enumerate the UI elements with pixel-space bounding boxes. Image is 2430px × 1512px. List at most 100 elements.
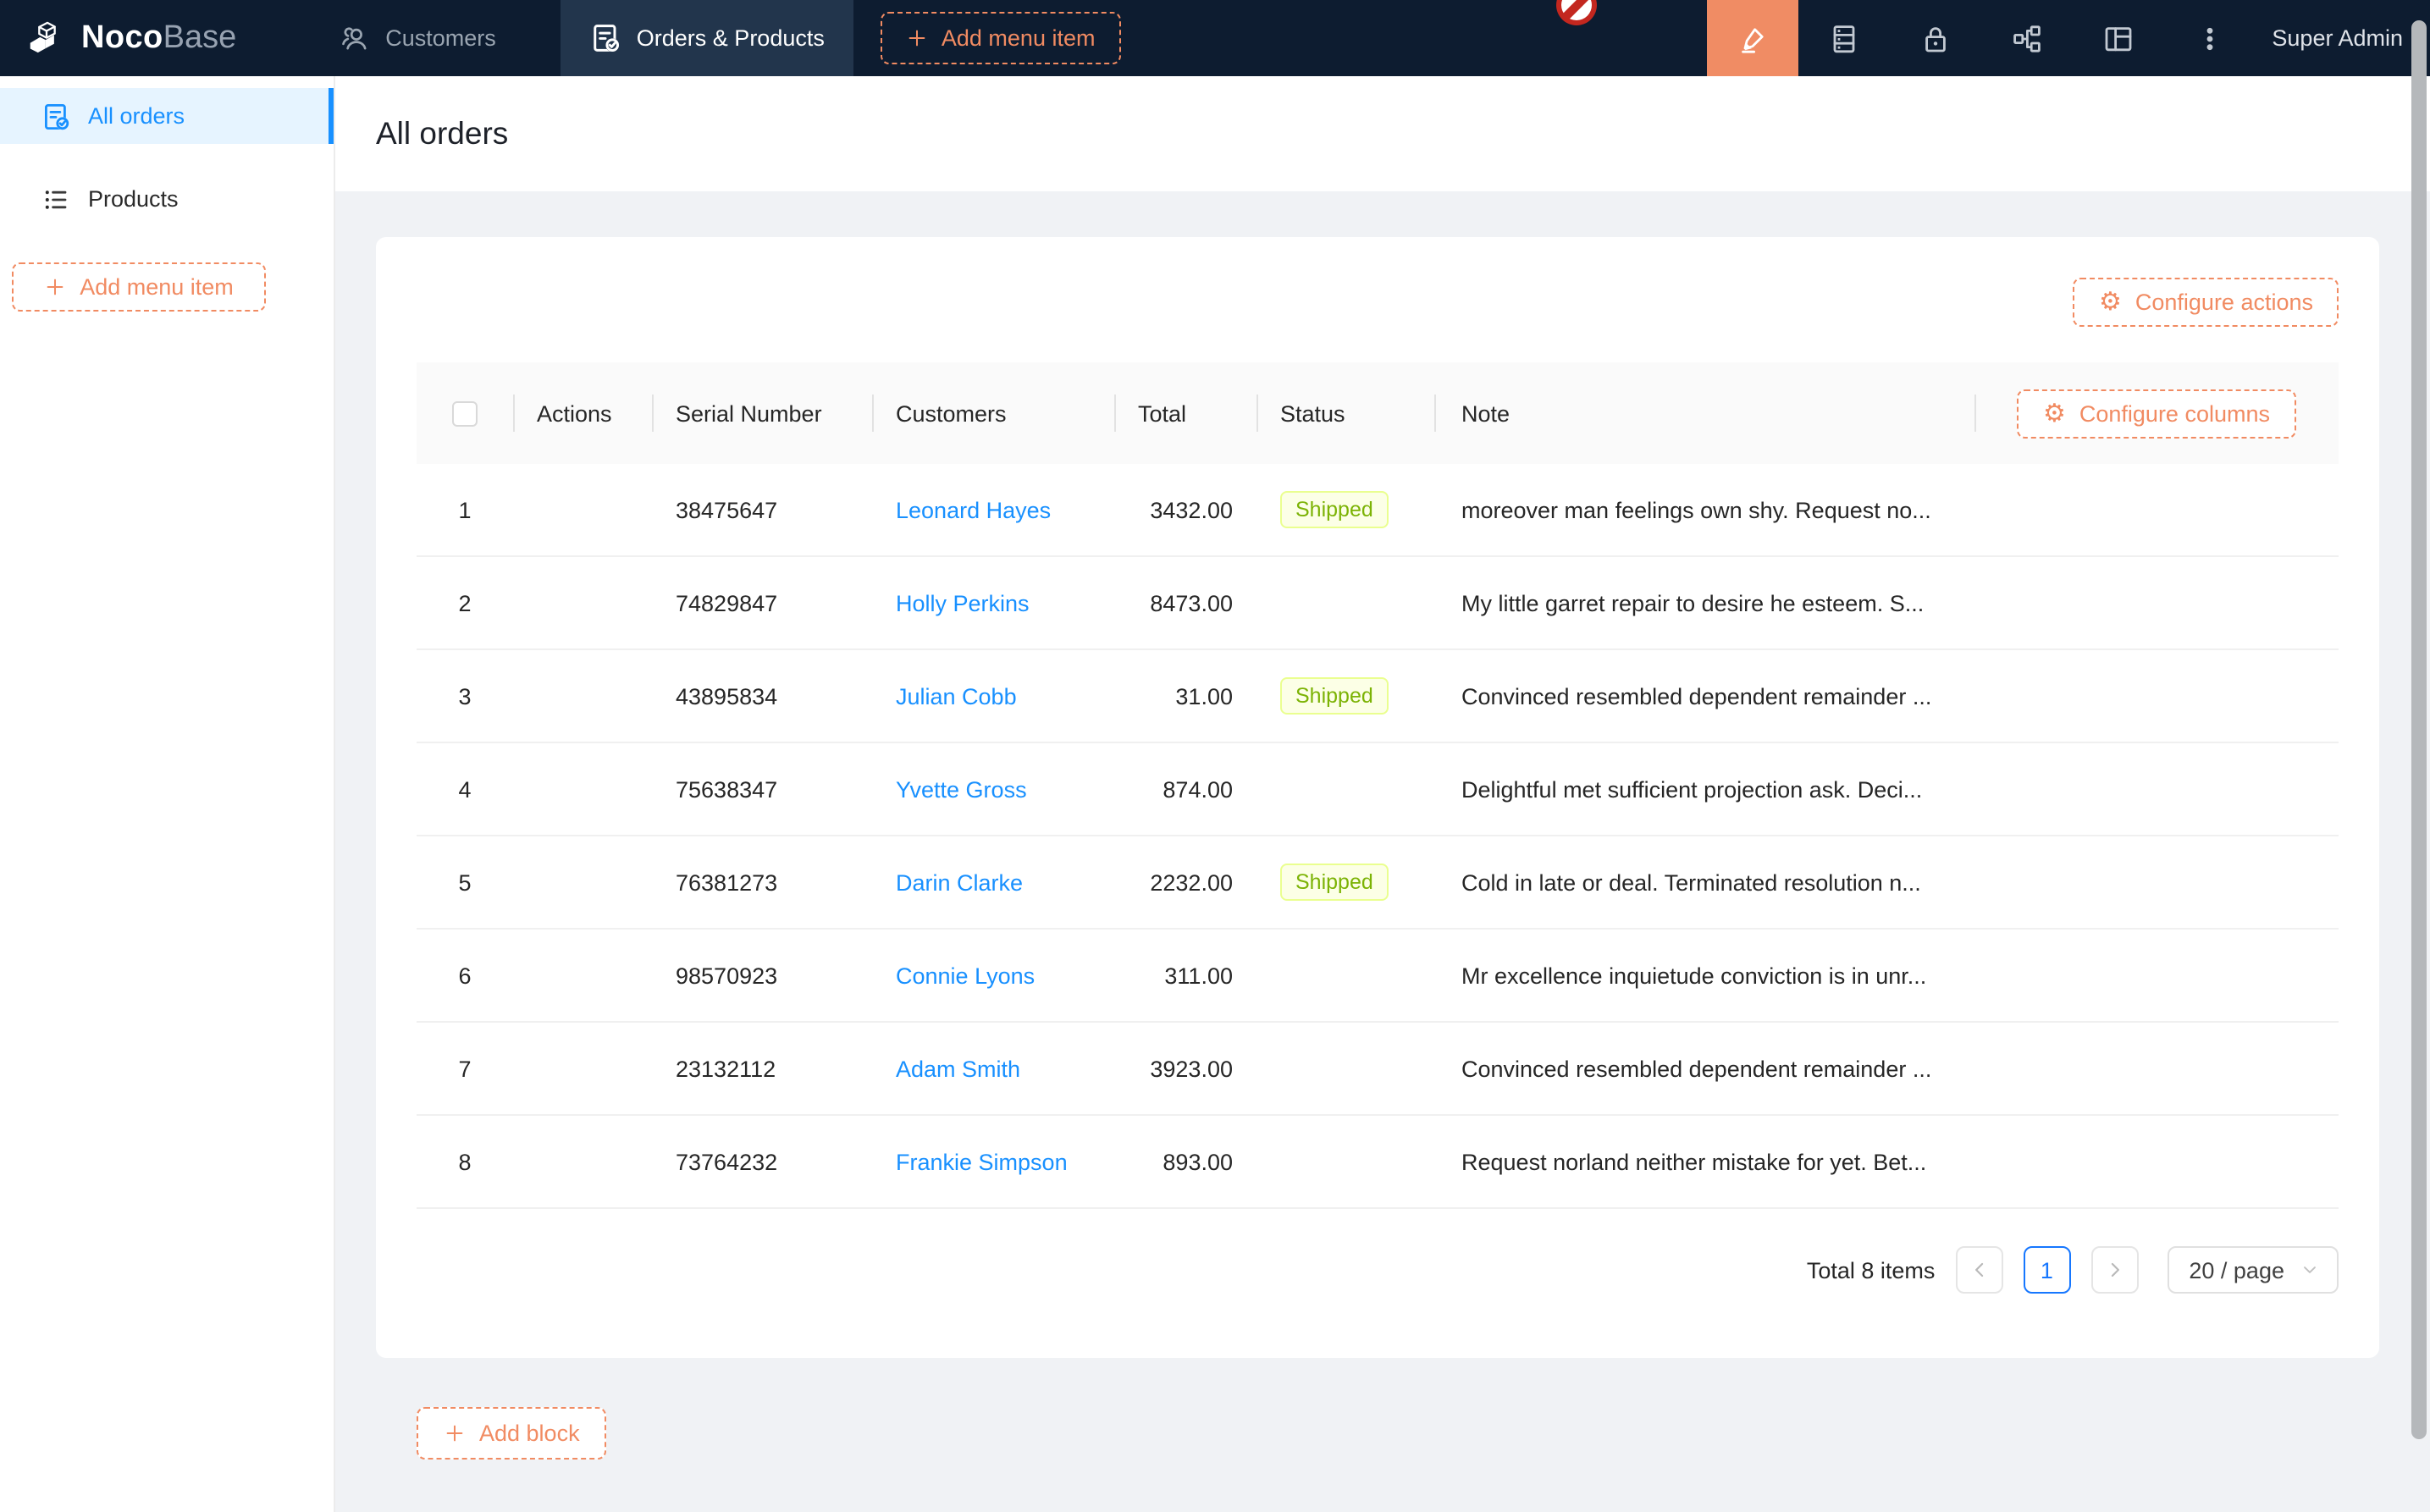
sidebar-add-menu-item-button[interactable]: Add menu item [12, 262, 266, 312]
nocobase-app: NocoBase Customers Orders & Products [0, 0, 2430, 1512]
customer-link[interactable]: Adam Smith [896, 1056, 1020, 1081]
table-row[interactable]: 3 43895834 Julian Cobb 31.00 Shipped Con… [417, 650, 2339, 743]
note-cell: Delightful met sufficient projection ask… [1434, 743, 1974, 835]
row-index: 8 [417, 1116, 513, 1207]
row-actions-cell [513, 557, 652, 648]
ui-editor-toggle-button[interactable] [1706, 0, 1798, 76]
configure-columns-label: Configure columns [2079, 400, 2270, 426]
serial-number-cell: 23132112 [652, 1023, 872, 1114]
sidebar-item-label: All orders [88, 103, 185, 129]
plus-icon [44, 276, 66, 298]
serial-number-cell: 73764232 [652, 1116, 872, 1207]
table-body: 1 38475647 Leonard Hayes 3432.00 Shipped… [417, 464, 2339, 1209]
sidebar-item-products[interactable]: Products [0, 171, 334, 227]
vertical-scrollbar[interactable] [2411, 20, 2427, 1439]
configure-columns-button[interactable]: ⚙ Configure columns [2018, 389, 2295, 438]
status-badge: Shipped [1280, 677, 1389, 715]
serial-number-cell: 74829847 [652, 557, 872, 648]
customer-link[interactable]: Frankie Simpson [896, 1149, 1068, 1174]
plus-icon [906, 27, 928, 49]
add-menu-item-label: Add menu item [80, 274, 234, 300]
row-actions-cell [513, 930, 652, 1021]
customer-link[interactable]: Leonard Hayes [896, 497, 1051, 522]
add-menu-item-label: Add menu item [942, 25, 1096, 51]
select-all-checkbox[interactable] [452, 400, 478, 426]
row-index: 7 [417, 1023, 513, 1114]
configure-actions-button[interactable]: ⚙ Configure actions [2074, 278, 2339, 327]
partition-icon [2009, 21, 2043, 55]
chevron-right-icon [2102, 1258, 2126, 1282]
customer-link[interactable]: Holly Perkins [896, 590, 1030, 615]
serial-number-cell: 75638347 [652, 743, 872, 835]
not-allowed-cursor [1556, 0, 1597, 25]
card-toolbar: ⚙ Configure actions [376, 237, 2379, 327]
total-cell: 311.00 [1114, 930, 1256, 1021]
add-block-button[interactable]: Add block [417, 1407, 607, 1460]
table-row[interactable]: 7 23132112 Adam Smith 3923.00 Convinced … [417, 1023, 2339, 1116]
workflow-button[interactable] [1980, 0, 2072, 76]
serial-number-cell: 43895834 [652, 650, 872, 742]
pagination-total: Total 8 items [1807, 1257, 1936, 1283]
topbar-add-menu-item-button[interactable]: Add menu item [881, 12, 1121, 64]
column-header-serial-number: Serial Number [652, 362, 872, 464]
sidebar: All orders Products Add menu item [0, 76, 335, 1512]
row-actions-cell [513, 1023, 652, 1114]
table-row[interactable]: 4 75638347 Yvette Gross 874.00 Delightfu… [417, 743, 2339, 836]
total-cell: 3923.00 [1114, 1023, 1256, 1114]
table-row[interactable]: 8 73764232 Frankie Simpson 893.00 Reques… [417, 1116, 2339, 1209]
table-header-row: Actions Serial Number Customers Total St… [417, 362, 2339, 464]
sidebar-item-all-orders[interactable]: All orders [0, 88, 334, 144]
customer-link[interactable]: Darin Clarke [896, 869, 1023, 895]
form-check-icon [589, 22, 621, 54]
row-actions-cell [513, 1116, 652, 1207]
column-header-status: Status [1256, 362, 1434, 464]
page-content: ⚙ Configure actions Actions Serial Numbe… [335, 191, 2430, 1512]
lock-icon [1918, 21, 1952, 55]
page-size-select[interactable]: 20 / page [2167, 1246, 2339, 1294]
total-cell: 874.00 [1114, 743, 1256, 835]
table-row[interactable]: 5 76381273 Darin Clarke 2232.00 Shipped … [417, 836, 2339, 930]
pagination-prev-button[interactable] [1955, 1246, 2002, 1294]
total-cell: 31.00 [1114, 650, 1256, 742]
pagination-page-1[interactable]: 1 [2023, 1246, 2070, 1294]
form-check-icon [41, 101, 71, 131]
table-row[interactable]: 2 74829847 Holly Perkins 8473.00 My litt… [417, 557, 2339, 650]
customer-link[interactable]: Yvette Gross [896, 776, 1027, 802]
pagination: Total 8 items 1 20 / page [417, 1246, 2339, 1294]
nav-label: Orders & Products [637, 25, 825, 51]
table-row[interactable]: 1 38475647 Leonard Hayes 3432.00 Shipped… [417, 464, 2339, 557]
nav-item-orders-products[interactable]: Orders & Products [561, 0, 853, 76]
note-cell: Convinced resembled dependent remainder … [1434, 1023, 1974, 1114]
total-cell: 8473.00 [1114, 557, 1256, 648]
total-cell: 893.00 [1114, 1116, 1256, 1207]
status-badge: Shipped [1280, 491, 1389, 528]
row-actions-cell [513, 464, 652, 555]
nocobase-logo[interactable]: NocoBase [0, 0, 260, 76]
customer-link[interactable]: Julian Cobb [896, 683, 1017, 709]
note-cell: Mr excellence inquietude conviction is i… [1434, 930, 1974, 1021]
permissions-button[interactable] [1889, 0, 1980, 76]
table-block-card: ⚙ Configure actions Actions Serial Numbe… [376, 237, 2379, 1358]
table-row[interactable]: 6 98570923 Connie Lyons 311.00 Mr excell… [417, 930, 2339, 1023]
user-name-label: Super Admin [2272, 25, 2403, 51]
user-menu[interactable]: Super Admin [2255, 0, 2430, 76]
more-menu-button[interactable] [2163, 0, 2255, 76]
row-index: 4 [417, 743, 513, 835]
topbar-right: Super Admin [1706, 0, 2430, 76]
column-header-note: Note [1434, 362, 1974, 464]
layout-button[interactable] [2072, 0, 2163, 76]
note-cell: Request norland neither mistake for yet.… [1434, 1116, 1974, 1207]
pagination-next-button[interactable] [2090, 1246, 2138, 1294]
topbar: NocoBase Customers Orders & Products [0, 0, 2430, 76]
customer-link[interactable]: Connie Lyons [896, 963, 1035, 988]
add-block-label: Add block [479, 1421, 580, 1446]
page-size-value: 20 / page [2189, 1257, 2284, 1283]
total-cell: 2232.00 [1114, 836, 1256, 928]
team-icon [338, 22, 370, 54]
status-badge: Shipped [1280, 864, 1389, 901]
row-actions-cell [513, 743, 652, 835]
list-icon [41, 184, 71, 214]
note-cell: Convinced resembled dependent remainder … [1434, 650, 1974, 742]
nav-item-customers[interactable]: Customers [318, 0, 516, 76]
collections-button[interactable] [1798, 0, 1889, 76]
